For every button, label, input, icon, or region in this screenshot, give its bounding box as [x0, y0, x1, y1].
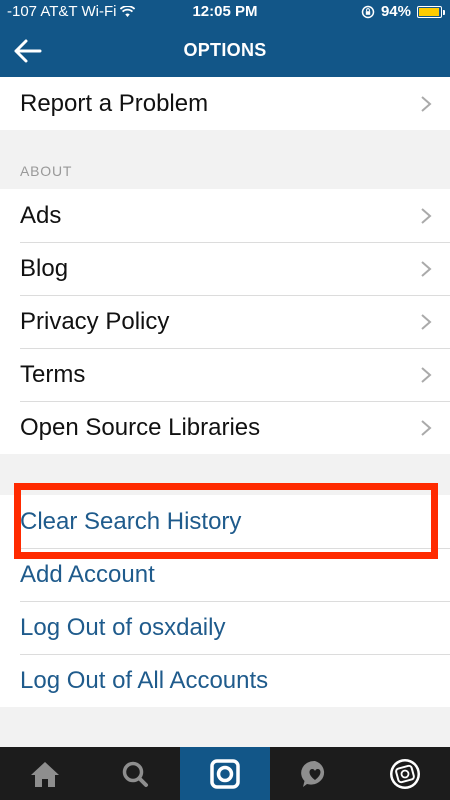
battery-icon — [417, 5, 445, 18]
profile-icon — [390, 758, 420, 789]
tab-camera[interactable] — [180, 747, 270, 800]
chevron-right-icon — [421, 96, 432, 112]
chevron-right-icon — [421, 261, 432, 277]
page-title: OPTIONS — [183, 40, 267, 60]
open-source-libraries-row[interactable]: Open Source Libraries — [0, 401, 450, 454]
log-out-account-button[interactable]: Log Out of osxdaily — [0, 601, 450, 654]
row-label: Report a Problem — [20, 89, 209, 117]
tab-activity[interactable] — [270, 747, 360, 800]
chevron-right-icon — [421, 420, 432, 436]
row-label: Terms — [20, 360, 86, 388]
home-icon — [31, 761, 59, 787]
ads-row[interactable]: Ads — [0, 189, 450, 242]
blog-row[interactable]: Blog — [0, 242, 450, 295]
row-label: Add Account — [20, 560, 155, 588]
battery-percent: 94% — [380, 3, 411, 20]
section-label-about: ABOUT — [20, 163, 73, 179]
row-label: Privacy Policy — [20, 307, 170, 335]
highlight-box — [14, 483, 438, 559]
header: -107 AT&T Wi-Fi 12:05 PM 94% OPTIONS — [0, 0, 450, 77]
chevron-right-icon — [421, 367, 432, 383]
terms-row[interactable]: Terms — [0, 348, 450, 401]
tab-bar — [0, 747, 450, 800]
about-list: Ads Blog Privacy Policy Terms Open Sourc… — [0, 189, 450, 454]
nav-bar: OPTIONS — [0, 24, 450, 77]
camera-icon — [210, 758, 240, 789]
privacy-policy-row[interactable]: Privacy Policy — [0, 295, 450, 348]
search-icon — [122, 761, 148, 787]
row-label: Ads — [20, 201, 62, 229]
log-out-all-accounts-button[interactable]: Log Out of All Accounts — [0, 654, 450, 707]
rotation-lock-icon — [361, 5, 375, 18]
tab-profile[interactable] — [360, 747, 450, 800]
status-bar: -107 AT&T Wi-Fi 12:05 PM 94% — [0, 0, 450, 24]
support-list: Report a Problem — [0, 77, 450, 130]
tab-search[interactable] — [90, 747, 180, 800]
row-label: Blog — [20, 254, 69, 282]
chevron-right-icon — [421, 208, 432, 224]
heart-bubble-icon — [301, 760, 325, 787]
row-label: Log Out of All Accounts — [20, 666, 269, 694]
report-problem-row[interactable]: Report a Problem — [0, 77, 450, 130]
row-label: Open Source Libraries — [20, 413, 261, 441]
row-label: Log Out of osxdaily — [20, 613, 226, 641]
chevron-right-icon — [421, 314, 432, 330]
tab-home[interactable] — [0, 747, 90, 800]
